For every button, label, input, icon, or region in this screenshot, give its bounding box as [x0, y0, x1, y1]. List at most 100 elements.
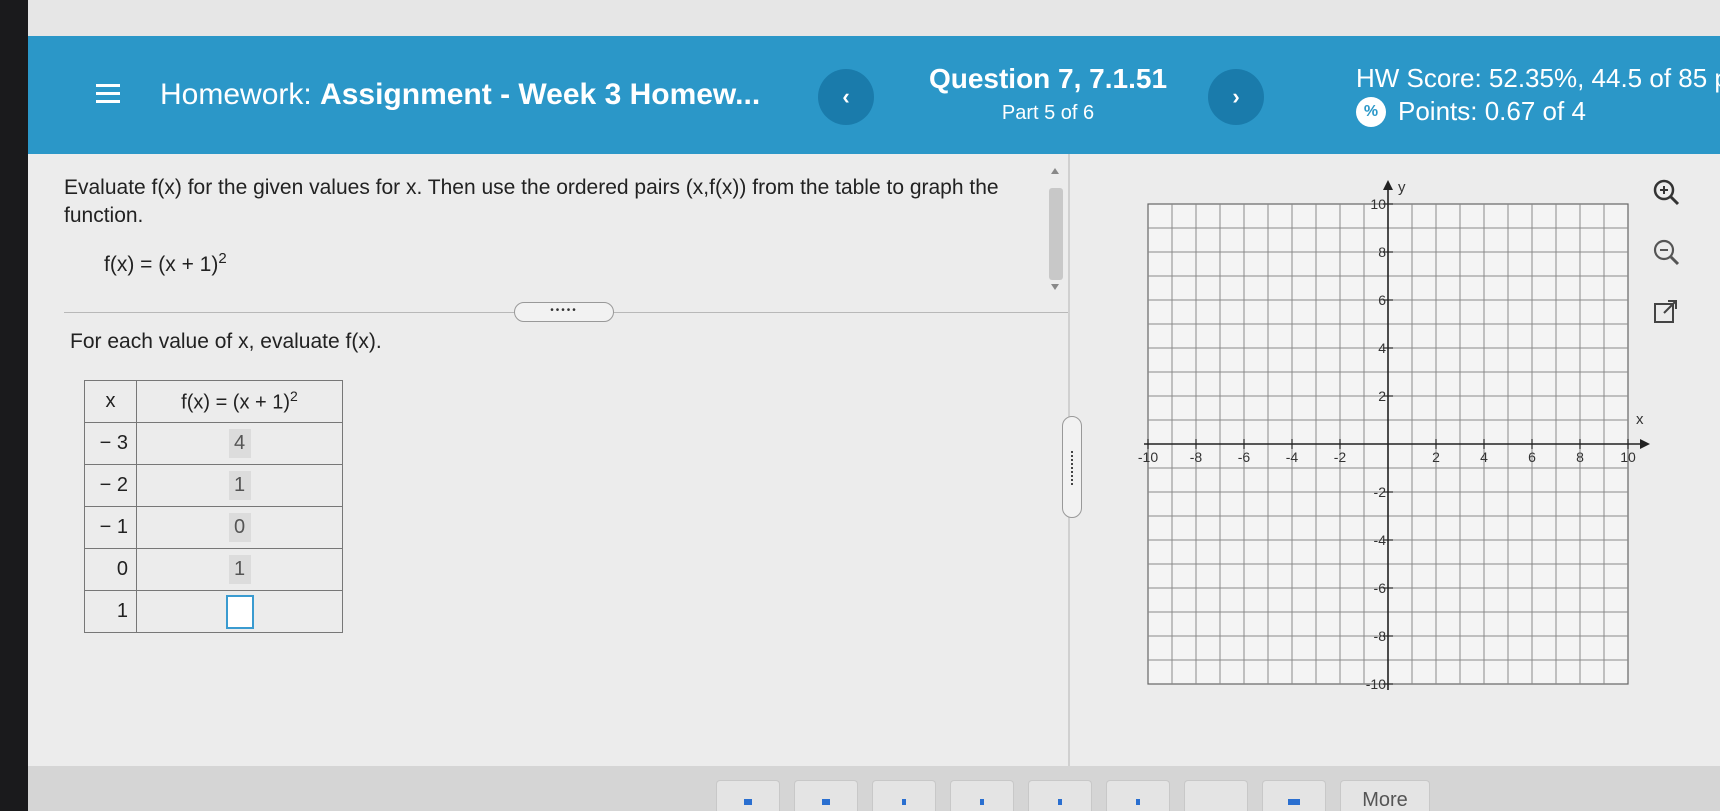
x-tick-label: -6 — [1238, 449, 1251, 465]
resize-handle-vertical[interactable] — [1062, 416, 1082, 518]
resize-handle-horizontal[interactable]: ••••• — [514, 302, 614, 322]
cbrt-tool-icon — [1136, 799, 1140, 805]
fx-answer[interactable]: 1 — [228, 471, 251, 500]
table-row: − 3 4 — [84, 422, 343, 465]
scrollbar-thumb[interactable] — [1049, 188, 1063, 280]
tool-point-button[interactable] — [716, 780, 780, 811]
col-header-fx-base: f(x) = (x + 1) — [181, 391, 291, 414]
y-axis-arrow — [1383, 180, 1393, 190]
next-question-button[interactable]: › — [1208, 69, 1264, 125]
coordinate-graph[interactable]: x y -10 -8 -6 -4 -2 2 4 6 8 10 10 8 6 4 2 -2 -4 -6 -8 -10 — [1088, 154, 1658, 714]
scroll-up-arrow-icon[interactable] — [1051, 168, 1059, 174]
y-tick-label: -10 — [1366, 676, 1386, 692]
y-tick-label: 6 — [1378, 292, 1386, 308]
hw-score: HW Score: 52.35%, 44.5 of 85 po — [1356, 63, 1720, 93]
y-tick-label: 2 — [1378, 388, 1386, 404]
function-formula: f(x) = (x + 1)2 — [104, 250, 227, 277]
tool-sqrt-button[interactable] — [1028, 780, 1092, 811]
fx-cell: 1 — [136, 548, 343, 591]
table-row: 0 1 — [84, 548, 343, 591]
y-tick-label: -8 — [1374, 628, 1387, 644]
points-display: % Points: 0.67 of 4 — [1356, 96, 1586, 127]
fx-cell — [136, 590, 343, 633]
y-axis-label: y — [1398, 179, 1406, 196]
line-tool-icon — [822, 799, 830, 805]
table-header-row: x f(x) = (x + 1)2 — [84, 380, 343, 423]
screen: Homework: Assignment - Week 3 Homew... ‹… — [28, 0, 1720, 811]
fx-cell: 4 — [136, 422, 343, 465]
y-tick-label: -6 — [1374, 580, 1387, 596]
previous-question-button[interactable]: ‹ — [818, 69, 874, 125]
fx-cell: 0 — [136, 506, 343, 549]
x-axis-label: x — [1636, 411, 1644, 428]
formula-exponent: 2 — [218, 250, 227, 267]
question-content: Evaluate f(x) for the given values for x… — [28, 154, 1720, 766]
segment-tool-icon — [902, 799, 906, 805]
x-tick-label: 2 — [1432, 449, 1440, 465]
question-pane: Evaluate f(x) for the given values for x… — [28, 154, 1068, 766]
fx-cell: 1 — [136, 464, 343, 507]
chevron-right-icon: › — [1232, 84, 1240, 109]
tool-line-button[interactable] — [794, 780, 858, 811]
x-tick-label: -2 — [1334, 449, 1347, 465]
abs-tool-icon — [980, 799, 984, 805]
table-row: − 2 1 — [84, 464, 343, 507]
y-tick-label: 4 — [1378, 340, 1386, 356]
points-text: Points: 0.67 of 4 — [1398, 96, 1586, 126]
y-tick-label: -2 — [1374, 484, 1387, 500]
formula-base: f(x) = (x + 1) — [104, 253, 219, 276]
x-value: − 1 — [84, 506, 137, 549]
answer-toolbar: More — [28, 766, 1720, 811]
partial-credit-icon: % — [1356, 96, 1386, 127]
evaluate-prompt: For each value of x, evaluate f(x). — [70, 330, 382, 353]
x-tick-label: -8 — [1190, 449, 1203, 465]
col-header-fx-exp: 2 — [290, 388, 298, 405]
x-value: − 2 — [84, 464, 137, 507]
x-tick-label: 6 — [1528, 449, 1536, 465]
fx-answer-input[interactable] — [225, 594, 254, 629]
col-header-fx: f(x) = (x + 1)2 — [136, 380, 343, 423]
tool-blank-button[interactable] — [1184, 780, 1248, 811]
x-tick-label: -4 — [1286, 449, 1299, 465]
instructions: Evaluate f(x) for the given values for x… — [64, 176, 999, 227]
x-value: 0 — [84, 548, 137, 591]
table-row: − 1 0 — [84, 506, 343, 549]
y-tick-label: -4 — [1374, 532, 1387, 548]
external-link-icon[interactable] — [1646, 292, 1686, 332]
homework-prefix: Homework: — [160, 78, 312, 111]
more-tools-button[interactable]: More — [1340, 780, 1430, 811]
x-value: 1 — [84, 590, 137, 633]
x-tick-label: 8 — [1576, 449, 1584, 465]
y-tick-label: 8 — [1378, 244, 1386, 260]
table-row: 1 — [84, 590, 343, 633]
assignment-name: Assignment - Week 3 Homew... — [320, 78, 761, 111]
interval-tool-icon — [1288, 799, 1300, 805]
scroll-down-arrow-icon[interactable] — [1051, 284, 1059, 290]
tool-abs-button[interactable] — [950, 780, 1014, 811]
fx-answer[interactable]: 1 — [228, 555, 251, 584]
fx-answer[interactable]: 0 — [228, 513, 251, 542]
tool-segment-button[interactable] — [872, 780, 936, 811]
question-part: Part 5 of 6 — [1001, 102, 1095, 124]
tool-interval-button[interactable] — [1262, 780, 1326, 811]
values-table: x f(x) = (x + 1)2 − 3 4 − 2 1 − 1 0 0 1 … — [84, 380, 343, 633]
zoom-in-icon[interactable] — [1646, 172, 1686, 212]
x-value: − 3 — [84, 422, 137, 465]
x-tick-label: 10 — [1620, 449, 1636, 465]
point-tool-icon — [744, 799, 752, 805]
x-tick-label: 4 — [1480, 449, 1488, 465]
x-tick-label: -10 — [1138, 449, 1158, 465]
question-title: Question 7, 7.1.51 — [928, 63, 1168, 94]
y-tick-label: 10 — [1370, 196, 1386, 212]
zoom-out-icon[interactable] — [1646, 232, 1686, 272]
sqrt-tool-icon — [1058, 799, 1062, 805]
x-axis-arrow — [1640, 439, 1650, 449]
assignment-header: Homework: Assignment - Week 3 Homew... ‹… — [28, 36, 1720, 154]
fx-answer[interactable]: 4 — [228, 429, 251, 458]
col-header-x: x — [84, 380, 137, 423]
browser-top-strip — [28, 0, 1720, 36]
chevron-left-icon: ‹ — [842, 84, 850, 109]
hamburger-menu-icon[interactable] — [96, 84, 120, 104]
homework-title[interactable]: Homework: Assignment - Week 3 Homew... — [160, 78, 760, 112]
tool-cbrt-button[interactable] — [1106, 780, 1170, 811]
